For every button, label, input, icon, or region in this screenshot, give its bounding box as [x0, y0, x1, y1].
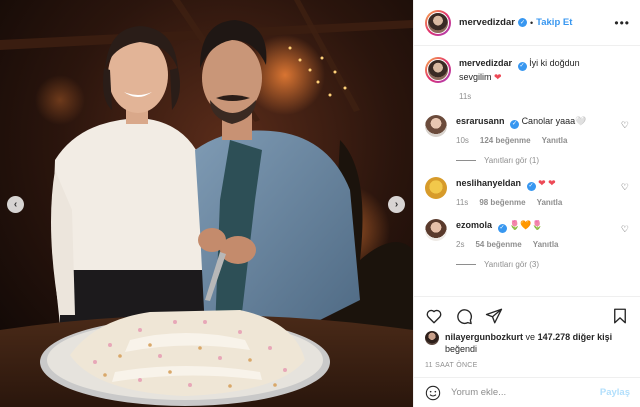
view-replies-button[interactable]: Yanıtları gör (3): [456, 260, 613, 269]
comment-likes[interactable]: 124 beğenme: [480, 136, 531, 145]
post-time-ago[interactable]: 11 SAAT ÖNCE: [425, 362, 629, 369]
like-comment-heart-icon[interactable]: ♡: [621, 182, 629, 193]
follow-button[interactable]: Takip Et: [536, 17, 572, 28]
like-comment-heart-icon[interactable]: ♡: [621, 224, 629, 235]
commenter-avatar[interactable]: [425, 177, 447, 199]
view-replies-button[interactable]: Yanıtları gör (1): [456, 156, 613, 165]
commenter-avatar[interactable]: [425, 219, 447, 241]
likes-summary: nilayergunbozkurt ve 147.278 diğer kişi …: [425, 331, 629, 355]
comment-likes[interactable]: 98 beğenme: [479, 198, 525, 207]
comments-list[interactable]: mervedizdar ✓ İyi ki doğdun sevgilim ❤ 1…: [414, 47, 640, 296]
verified-badge-icon: ✓: [526, 182, 536, 191]
next-photo-button[interactable]: ›: [388, 196, 405, 213]
comment-item: neslihanyeldan ✓ ❤ ❤ 11s 98 beğenme Yanı…: [425, 177, 629, 207]
share-paper-plane-icon[interactable]: [485, 307, 503, 325]
previous-photo-button[interactable]: ‹: [7, 196, 24, 213]
verified-badge-icon: ✓: [517, 18, 527, 27]
bookmark-icon[interactable]: [611, 307, 629, 325]
photo-illustration: [0, 0, 413, 407]
more-options-icon[interactable]: •••: [614, 16, 630, 30]
reply-button[interactable]: Yanıtla: [533, 240, 559, 249]
reply-button[interactable]: Yanıtla: [542, 136, 568, 145]
caption: mervedizdar ✓ İyi ki doğdun sevgilim ❤ 1…: [425, 57, 629, 101]
comment-bubble-icon[interactable]: [455, 307, 473, 325]
post-actions: nilayergunbozkurt ve 147.278 diğer kişi …: [414, 296, 640, 369]
liker-avatar[interactable]: [425, 331, 439, 345]
liker-username[interactable]: nilayergunbozkurt: [445, 332, 523, 342]
verified-badge-icon: ✓: [517, 62, 527, 71]
post-photo[interactable]: ‹ ›: [0, 0, 413, 407]
comment-item: ezomola ✓ 🌷🧡🌷 2s 54 beğenme Yanıtla Yanı…: [425, 219, 629, 269]
verified-badge-icon: ✓: [510, 120, 520, 129]
commenter-avatar[interactable]: [425, 115, 447, 137]
comment-username[interactable]: esrarusann: [456, 116, 505, 126]
like-heart-icon[interactable]: [425, 307, 443, 325]
post-header: mervedizdar ✓ • Takip Et •••: [414, 0, 640, 46]
caption-time[interactable]: 11s: [459, 92, 471, 101]
comment-text: Canolar yaaa🤍: [521, 116, 587, 126]
action-icons: [425, 305, 629, 327]
emoji-smiley-icon[interactable]: [425, 385, 441, 401]
likes-count[interactable]: 147.278: [538, 332, 571, 342]
post-comment-button[interactable]: Paylaş: [600, 387, 630, 398]
comment-text: 🌷🧡🌷: [509, 220, 543, 230]
caption-username[interactable]: mervedizdar: [459, 58, 512, 68]
comment-time[interactable]: 2s: [456, 240, 464, 249]
comment-username[interactable]: ezomola: [456, 220, 492, 230]
like-comment-heart-icon[interactable]: ♡: [621, 120, 629, 131]
comment-item: esrarusann ✓ Canolar yaaa🤍 10s 124 beğen…: [425, 115, 629, 165]
comment-input[interactable]: [451, 387, 600, 398]
comment-time[interactable]: 11s: [456, 198, 468, 207]
comment-username[interactable]: neslihanyeldan: [456, 178, 521, 188]
comment-time[interactable]: 10s: [456, 136, 469, 145]
chevron-right-icon: ›: [394, 198, 399, 210]
likes-connector: ve: [525, 332, 536, 342]
comment-text: ❤ ❤: [538, 178, 556, 188]
author-username[interactable]: mervedizdar: [459, 17, 515, 28]
comment-likes[interactable]: 54 beğenme: [475, 240, 521, 249]
reply-button[interactable]: Yanıtla: [537, 198, 563, 207]
chevron-left-icon: ‹: [13, 198, 18, 210]
post-side-panel: mervedizdar ✓ • Takip Et ••• mervedizdar…: [413, 0, 640, 407]
instagram-post: ‹ › mervedizdar ✓ • Takip Et ••• mervedi…: [0, 0, 640, 407]
comment-composer: Paylaş: [414, 377, 640, 407]
caption-avatar[interactable]: [425, 57, 451, 83]
header-separator: •: [529, 17, 534, 28]
likes-rest[interactable]: diğer kişi: [573, 332, 613, 342]
author-avatar[interactable]: [425, 9, 451, 36]
verified-badge-icon: ✓: [497, 224, 507, 233]
likes-verb: beğendi: [445, 344, 478, 354]
caption-emoji: ❤: [494, 72, 502, 82]
